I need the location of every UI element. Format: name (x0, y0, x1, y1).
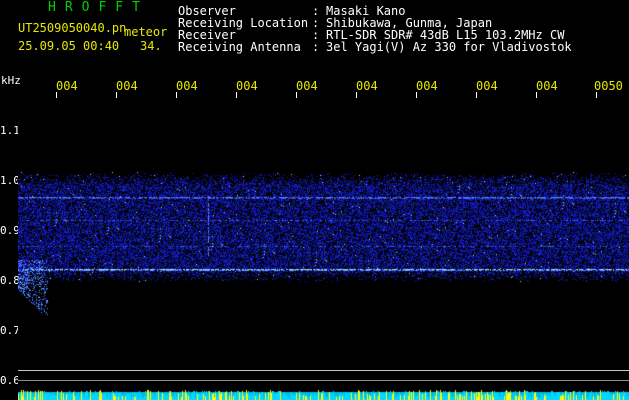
app-title: HROFFT (48, 0, 149, 15)
time-tick-mark (416, 92, 417, 98)
time-tick-mark (116, 92, 117, 98)
info-sep-antenna: : (312, 40, 320, 54)
time-tick: 004 (296, 79, 318, 93)
time-tick-mark (236, 92, 237, 98)
file-count: 34. (140, 39, 162, 53)
freq-label: 0.6 (0, 374, 20, 387)
y-axis-unit: kHz (1, 74, 21, 87)
time-tick: 004 (476, 79, 498, 93)
reference-line (18, 380, 629, 381)
file-name: UT2509050040.pn (18, 21, 127, 35)
time-tick-mark (356, 92, 357, 98)
time-tick: 004 (536, 79, 558, 93)
time-tick-mark (476, 92, 477, 98)
file-type: meteor (124, 25, 168, 39)
time-tick-mark (176, 92, 177, 98)
time-tick: 0050 (594, 79, 623, 93)
info-value-antenna: 3el Yagi(V) Az 330 for Vladivostok (326, 40, 572, 54)
freq-label: 1.0 (0, 174, 20, 187)
freq-label: 0.9 (0, 224, 20, 237)
file-datetime: 25.09.05 00:40 (18, 39, 120, 53)
freq-label: 0.7 (0, 324, 20, 337)
time-tick: 004 (176, 79, 198, 93)
reference-line (18, 370, 629, 371)
time-tick: 004 (116, 79, 138, 93)
freq-label: 1.1 (0, 124, 20, 137)
freq-label: 0.8 (0, 274, 20, 287)
time-tick-mark (56, 92, 57, 98)
time-tick: 004 (356, 79, 378, 93)
info-label-antenna: Receiving Antenna (178, 40, 301, 54)
spectrogram (18, 100, 629, 400)
time-tick-mark (296, 92, 297, 98)
time-tick: 004 (56, 79, 78, 93)
spectrogram-canvas (18, 100, 629, 400)
time-tick-mark (536, 92, 537, 98)
time-tick-mark (596, 92, 597, 98)
time-tick: 004 (416, 79, 438, 93)
time-tick: 004 (236, 79, 258, 93)
